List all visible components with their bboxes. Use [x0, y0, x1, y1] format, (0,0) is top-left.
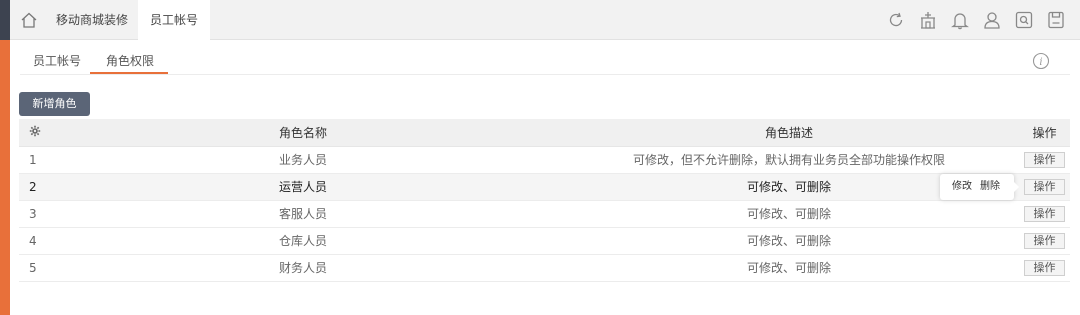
table-row: 1 业务人员 可修改，但不允许删除，默认拥有业务员全部功能操作权限 操作 — [19, 146, 1070, 174]
row-index: 5 — [19, 254, 47, 282]
gear-icon[interactable] — [19, 119, 47, 147]
row-index: 2 — [19, 173, 47, 201]
subtab-divider — [20, 74, 1070, 75]
add-role-button[interactable]: 新增角色 — [19, 92, 90, 116]
save-icon[interactable] — [1046, 10, 1066, 30]
role-name: 仓库人员 — [47, 227, 559, 255]
store-icon[interactable] — [918, 10, 938, 30]
roles-table: 角色名称 角色描述 操作 1 业务人员 可修改，但不允许删除，默认拥有业务员全部… — [19, 119, 1070, 282]
role-desc: 可修改、可删除 — [559, 200, 1019, 228]
operation-button[interactable]: 操作 — [1024, 205, 1065, 222]
table-row: 4 仓库人员 可修改、可删除 操作 — [19, 227, 1070, 255]
operation-popover: 修改 删除 — [940, 174, 1019, 200]
popover-arrow — [1014, 182, 1019, 192]
svg-text:i: i — [1039, 57, 1042, 68]
row-index: 4 — [19, 227, 47, 255]
operation-button[interactable]: 操作 — [1024, 151, 1065, 168]
row-index: 3 — [19, 200, 47, 228]
table-header-row: 角色名称 角色描述 操作 — [19, 119, 1070, 147]
left-sidebar-dark-top — [0, 0, 10, 40]
popover-delete-link[interactable]: 删除 — [980, 174, 1000, 200]
search-icon[interactable] — [1014, 10, 1034, 30]
role-desc: 可修改、可删除 — [559, 254, 1019, 282]
table-row: 5 财务人员 可修改、可删除 操作 — [19, 254, 1070, 282]
header-role-name: 角色名称 — [47, 119, 559, 147]
row-index: 1 — [19, 146, 47, 174]
operation-button[interactable]: 操作 — [1024, 259, 1065, 276]
header-role-desc: 角色描述 — [559, 119, 1019, 147]
operation-button[interactable]: 操作 — [1024, 232, 1065, 249]
table-row: 2 运营人员 可修改、可删除 操作 — [19, 173, 1070, 201]
subtab-role-permissions[interactable]: 角色权限 — [106, 52, 154, 69]
header-operation: 操作 — [1019, 119, 1070, 147]
operation-button[interactable]: 操作 — [1024, 178, 1065, 195]
user-icon[interactable] — [982, 10, 1002, 30]
role-desc: 可修改，但不允许删除，默认拥有业务员全部功能操作权限 — [559, 146, 1019, 174]
top-icon-group — [886, 10, 1066, 30]
tab-staff-accounts[interactable]: 员工帐号 — [138, 0, 211, 41]
popover-edit-link[interactable]: 修改 — [952, 174, 972, 200]
tab-mobile-store-decor[interactable]: 移动商城装修 — [44, 0, 140, 40]
role-name: 运营人员 — [47, 173, 559, 201]
left-sidebar-strip — [0, 0, 10, 315]
refresh-icon[interactable] — [886, 10, 906, 30]
role-desc: 可修改、可删除 — [559, 227, 1019, 255]
role-name: 业务人员 — [47, 146, 559, 174]
home-icon[interactable] — [20, 11, 38, 29]
bell-icon[interactable] — [950, 10, 970, 30]
top-bar: 移动商城装修 员工帐号 — [10, 0, 1080, 41]
table-row: 3 客服人员 可修改、可删除 操作 — [19, 200, 1070, 228]
subtab-staff-accounts[interactable]: 员工帐号 — [33, 52, 81, 69]
role-name: 客服人员 — [47, 200, 559, 228]
info-icon[interactable]: i — [1032, 52, 1050, 70]
role-name: 财务人员 — [47, 254, 559, 282]
